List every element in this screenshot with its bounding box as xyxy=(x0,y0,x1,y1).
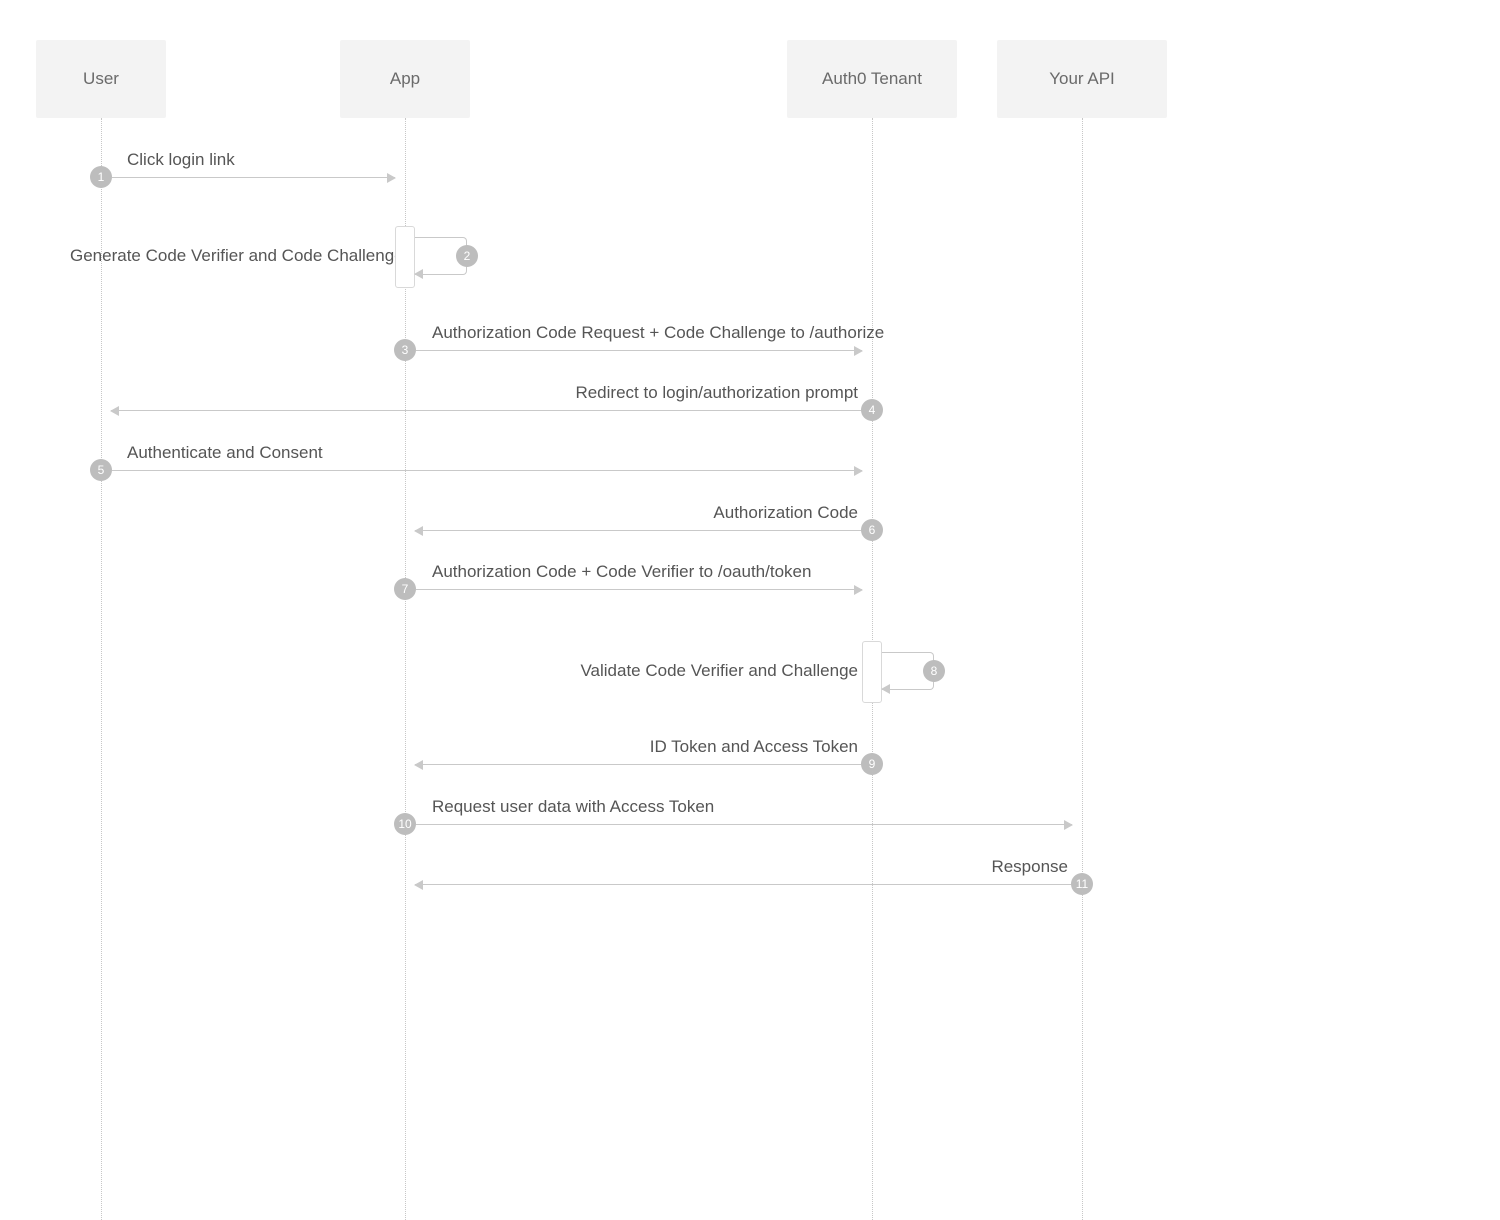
step-5-label: Authenticate and Consent xyxy=(127,443,323,463)
step-7-label: Authorization Code + Code Verifier to /o… xyxy=(432,562,811,582)
step-11-label: Response xyxy=(991,857,1068,877)
lane-header-api: Your API xyxy=(997,40,1167,118)
step-8-activation xyxy=(862,641,882,703)
step-9-arrow xyxy=(415,764,862,765)
step-2-activation xyxy=(395,226,415,288)
step-1-badge: 1 xyxy=(90,166,112,188)
lifeline-user xyxy=(101,118,102,1220)
step-10-label: Request user data with Access Token xyxy=(432,797,714,817)
step-11-arrow xyxy=(415,884,1072,885)
step-4-badge: 4 xyxy=(861,399,883,421)
step-7-badge: 7 xyxy=(394,578,416,600)
step-9-badge: 9 xyxy=(861,753,883,775)
step-3-arrow xyxy=(416,350,862,351)
step-10-arrow xyxy=(416,824,1072,825)
step-8-label: Validate Code Verifier and Challenge xyxy=(580,661,858,681)
step-5-badge: 5 xyxy=(90,459,112,481)
step-2-badge: 2 xyxy=(456,245,478,267)
step-4-label: Redirect to login/authorization prompt xyxy=(575,383,858,403)
step-11-badge: 11 xyxy=(1071,873,1093,895)
step-2-label: Generate Code Verifier and Code Challeng… xyxy=(70,246,404,266)
step-6-arrow xyxy=(415,530,862,531)
lane-header-app: App xyxy=(340,40,470,118)
step-10-badge: 10 xyxy=(394,813,416,835)
lifeline-api xyxy=(1082,118,1083,1220)
lane-header-user: User xyxy=(36,40,166,118)
step-6-badge: 6 xyxy=(861,519,883,541)
step-7-arrow xyxy=(416,589,862,590)
step-6-label: Authorization Code xyxy=(713,503,858,523)
step-3-badge: 3 xyxy=(394,339,416,361)
step-1-label: Click login link xyxy=(127,150,235,170)
step-4-arrow xyxy=(111,410,862,411)
lane-header-tenant: Auth0 Tenant xyxy=(787,40,957,118)
step-9-label: ID Token and Access Token xyxy=(650,737,858,757)
step-8-badge: 8 xyxy=(923,660,945,682)
step-5-arrow xyxy=(112,470,862,471)
step-3-label: Authorization Code Request + Code Challe… xyxy=(432,323,884,343)
step-1-arrow xyxy=(112,177,395,178)
